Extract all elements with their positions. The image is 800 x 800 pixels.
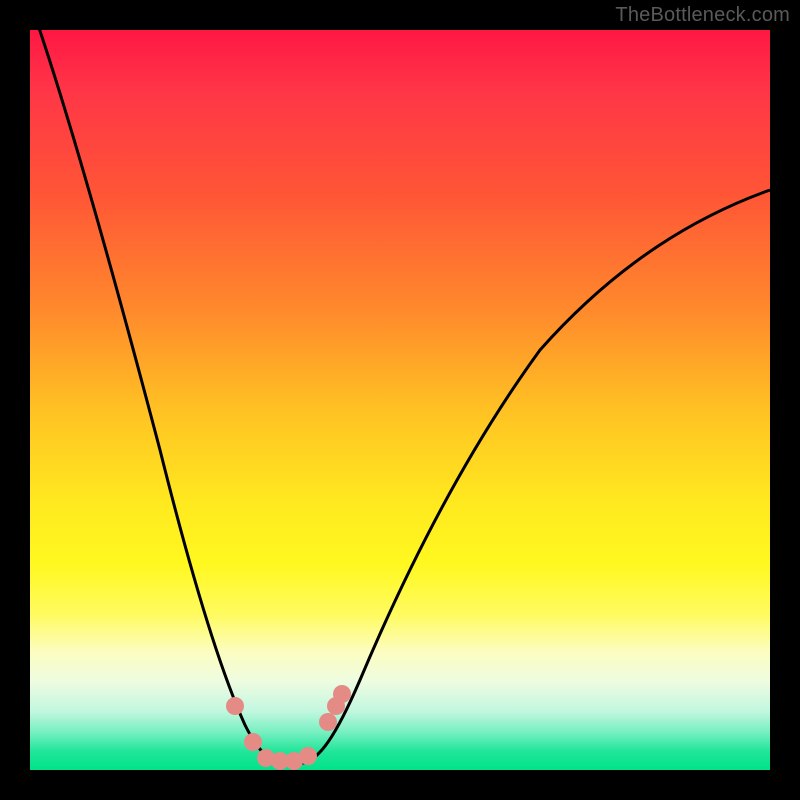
marker-dot [333, 685, 351, 703]
curve-layer [30, 30, 770, 770]
plot-area [30, 30, 770, 770]
marker-dot [299, 747, 317, 765]
marker-dot [244, 733, 262, 751]
chart-frame: TheBottleneck.com [0, 0, 800, 800]
marker-dot [319, 713, 337, 731]
marker-dot [226, 697, 244, 715]
watermark-text: TheBottleneck.com [615, 4, 790, 27]
bottleneck-curve [38, 25, 770, 763]
